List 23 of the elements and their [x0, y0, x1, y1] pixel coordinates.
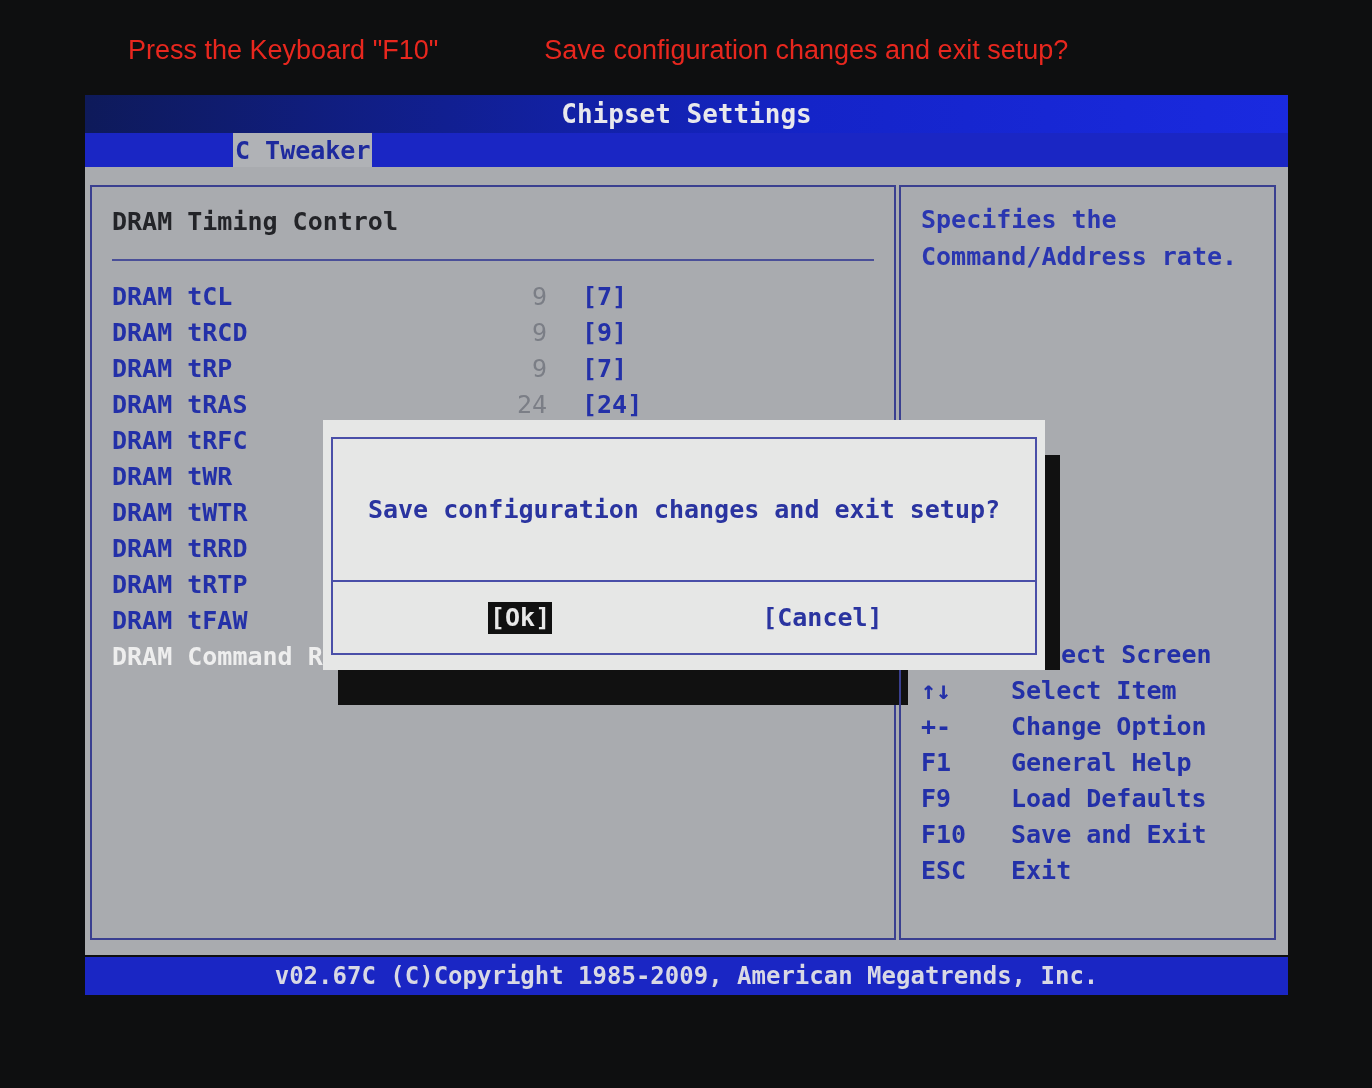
key-label: F9	[921, 784, 952, 813]
key-description: Load Defaults	[1011, 783, 1207, 815]
section-title: DRAM Timing Control	[112, 206, 399, 238]
key-label: +-	[921, 712, 952, 741]
dialog-message: Save configuration changes and exit setup?	[333, 439, 1035, 582]
key-description: Change Option	[1011, 711, 1207, 743]
key-description: Save and Exit	[1011, 819, 1207, 851]
annotation-text: Save configuration changes and exit setup?	[544, 34, 1069, 67]
help-text: Specifies the Command/Address rate.	[921, 204, 1239, 273]
key-description: Select Item	[1011, 675, 1177, 707]
key-label: F10	[921, 820, 967, 849]
annotation-text: Press the Keyboard "F10"	[128, 34, 439, 67]
tab[interactable]: C Tweaker	[233, 133, 373, 167]
key-description: ect Screen	[1060, 639, 1212, 671]
key-label: ESC	[921, 856, 967, 885]
dialog-button[interactable]: [Ok]	[488, 601, 553, 634]
key-label: F1	[921, 748, 952, 777]
key-description: General Help	[1011, 747, 1192, 779]
dialog-button[interactable]: [Cancel]	[760, 601, 885, 634]
window-title: Chipset Settings	[561, 99, 812, 129]
key-description: Exit	[1011, 855, 1072, 887]
key-label: ↑↓	[921, 676, 952, 705]
copyright-text: v02.67C (C)Copyright 1985-2009, American Megatrends, Inc.	[274, 962, 1099, 990]
